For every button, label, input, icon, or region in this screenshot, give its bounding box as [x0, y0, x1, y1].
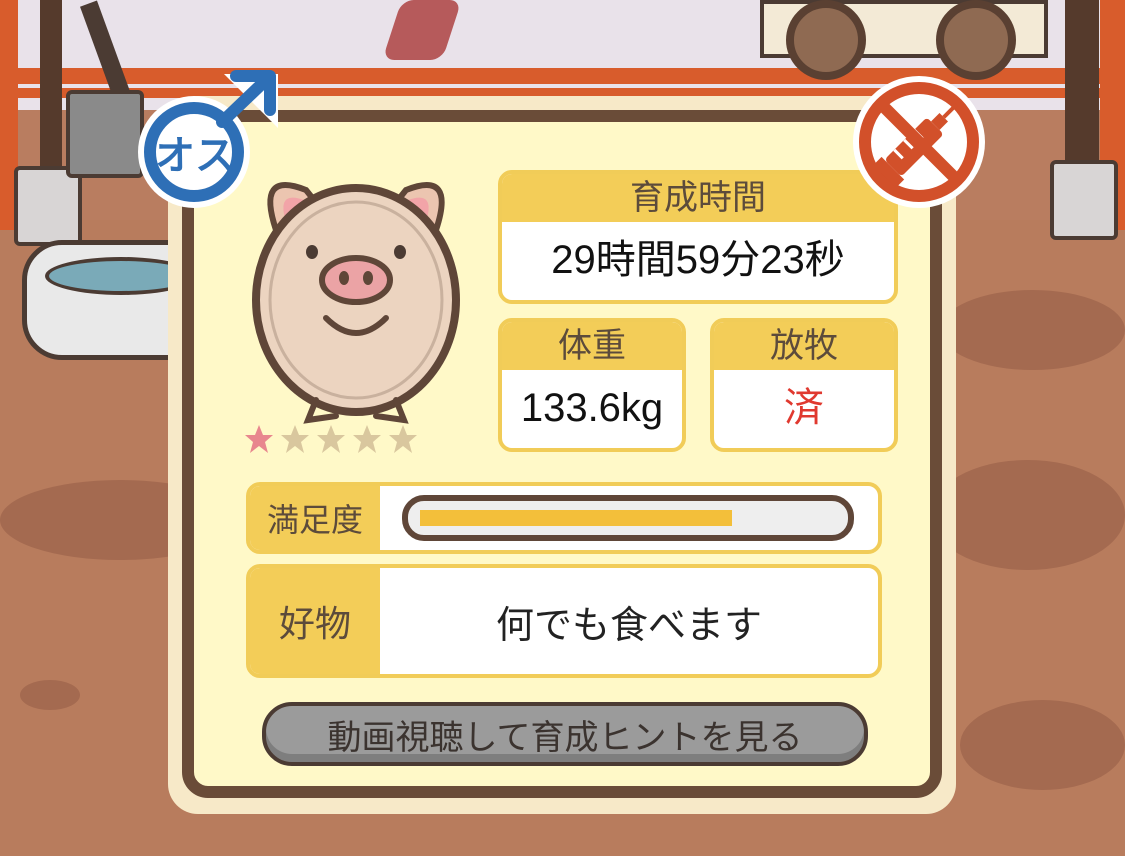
cart-wheel: [936, 0, 1016, 80]
star-empty-icon: [317, 425, 345, 453]
ground-puddle: [20, 680, 80, 710]
grazing-label: 放牧: [714, 322, 894, 370]
grazing-value: 済: [784, 386, 824, 430]
satisfaction-label: 満足度: [250, 486, 380, 550]
stone-block: [1050, 160, 1118, 240]
satisfaction-bar: [402, 495, 854, 541]
raising-time-label: 育成時間: [502, 174, 894, 222]
watch-video-hint-button[interactable]: 動画視聴して育成ヒントを見る: [262, 702, 868, 766]
weight-box: 体重 133.6kg: [498, 318, 686, 452]
satisfaction-bar-fill: [420, 510, 732, 526]
weight-label: 体重: [502, 322, 682, 370]
star-filled-icon: [245, 425, 273, 453]
raising-time-box: 育成時間 29時間59分23秒: [498, 170, 898, 304]
male-badge: オス: [128, 60, 288, 216]
male-label: オス: [155, 133, 235, 179]
star-empty-icon: [353, 425, 381, 453]
weight-value: 133.6kg: [520, 386, 664, 430]
stone-block: [14, 166, 82, 246]
no-medicine-icon: [844, 72, 994, 212]
ground-puddle: [930, 460, 1125, 570]
rating-stars: [244, 424, 418, 464]
favorite-food-row: 好物 何でも食べます: [246, 564, 882, 678]
ground-puddle: [940, 290, 1125, 370]
raising-time-value: 29時間59分23秒: [551, 238, 845, 282]
grazing-box: 放牧 済: [710, 318, 898, 452]
star-empty-icon: [281, 425, 309, 453]
favorite-food-value: 何でも食べます: [495, 602, 762, 647]
ground-puddle: [960, 700, 1125, 790]
star-empty-icon: [389, 425, 417, 453]
favorite-food-label: 好物: [250, 568, 380, 674]
cart-wheel: [786, 0, 866, 80]
